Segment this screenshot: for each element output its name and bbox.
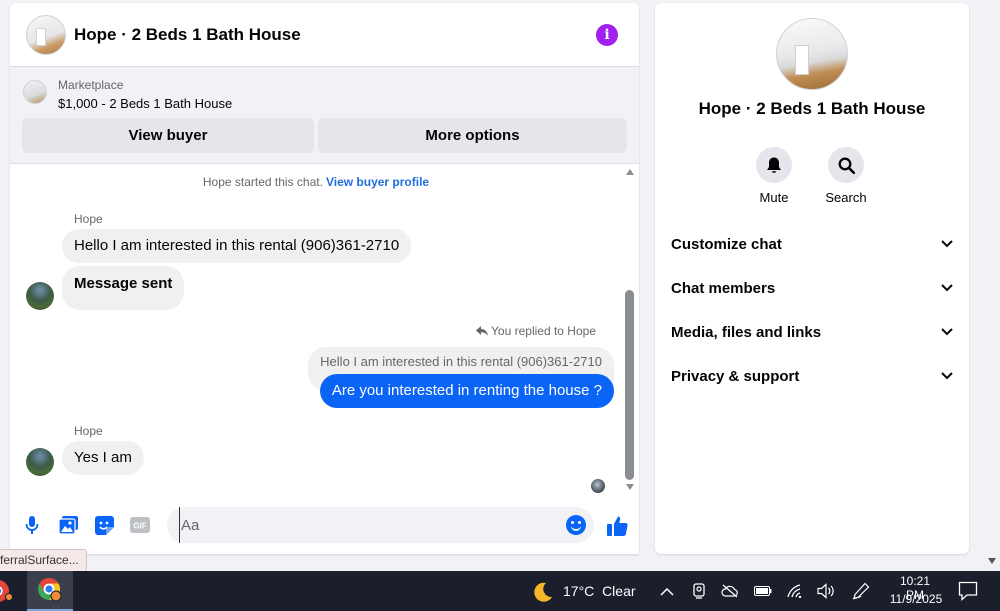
sticker-icon[interactable] [94, 515, 114, 535]
volume-icon[interactable] [817, 582, 835, 600]
seen-indicator-avatar [591, 479, 605, 493]
photo-icon[interactable] [58, 515, 78, 535]
section-label: Privacy & support [671, 367, 800, 385]
chrome-icon [38, 578, 62, 602]
section-label: Media, files and links [671, 323, 822, 341]
gif-icon[interactable]: GIF [130, 515, 150, 535]
gif-label: GIF [133, 522, 146, 531]
mute-button[interactable]: Mute [744, 147, 804, 205]
moon-icon[interactable] [532, 581, 554, 603]
marketplace-banner: Marketplace $1,000 - 2 Beds 1 Bath House… [10, 67, 639, 164]
conversation-avatar-large[interactable] [776, 18, 848, 90]
cloud-offline-icon[interactable] [721, 582, 739, 600]
reply-note: You replied to Hope [476, 324, 596, 338]
marketplace-label: Marketplace [58, 78, 124, 92]
scrollbar-thumb[interactable] [625, 290, 634, 480]
info-icon[interactable]: i [596, 24, 618, 46]
microphone-icon[interactable] [22, 515, 42, 535]
weather-widget[interactable]: 17°C Clear [563, 583, 636, 599]
sender-avatar[interactable] [26, 282, 54, 310]
listing-title[interactable]: $1,000 - 2 Beds 1 Bath House [58, 96, 232, 111]
bell-icon[interactable] [756, 147, 792, 183]
view-buyer-profile-link[interactable]: View buyer profile [326, 175, 429, 189]
reply-arrow-icon [476, 326, 489, 336]
notifications-icon[interactable] [958, 581, 978, 601]
thumbs-up-icon[interactable] [606, 514, 628, 536]
chat-panel: Hope · 2 Beds 1 Bath House i Marketplace… [10, 3, 639, 554]
reply-note-text: You replied to Hope [491, 324, 596, 338]
message-bubble-incoming[interactable]: Yes I am [62, 441, 144, 475]
mute-label: Mute [759, 190, 789, 205]
system-note: Hope started this chat. View buyer profil… [10, 175, 622, 189]
message-input-wrapper [167, 507, 594, 543]
conversation-title[interactable]: Hope · 2 Beds 1 Bath House [74, 25, 301, 45]
scroll-up-arrow-icon[interactable] [626, 169, 634, 175]
more-options-button[interactable]: More options [318, 118, 627, 153]
windows-taskbar: 17°C Clear 10:21 PM 11/9/2025 [0, 571, 1000, 611]
chevron-down-icon [941, 240, 953, 248]
message-bubble-outgoing[interactable]: Are you interested in renting the house … [319, 374, 614, 408]
message-input[interactable] [179, 507, 549, 543]
sender-name: Hope [74, 424, 103, 438]
emoji-icon[interactable] [566, 515, 586, 535]
view-buyer-button[interactable]: View buyer [22, 118, 314, 153]
conversation-info-panel: Hope · 2 Beds 1 Bath House Mute Search C… [655, 3, 969, 554]
weather-temp: 17°C [563, 583, 595, 599]
pen-menu-icon[interactable] [852, 582, 870, 600]
search-label: Search [825, 190, 867, 205]
chevron-down-icon [941, 328, 953, 336]
message-list[interactable]: Hope started this chat. View buyer profil… [10, 164, 639, 495]
page-scroll-down-arrow-icon[interactable] [988, 558, 996, 564]
message-bubble-incoming[interactable]: Hello I am interested in this rental (90… [62, 229, 412, 263]
section-label: Chat members [671, 279, 776, 297]
taskbar-app-chrome-profile[interactable] [27, 571, 73, 611]
weather-condition: Clear [602, 583, 636, 599]
sender-name: Hope [74, 212, 103, 226]
chevron-up-icon[interactable] [658, 582, 676, 600]
section-customize-chat[interactable]: Customize chat [671, 222, 953, 266]
chat-header: Hope · 2 Beds 1 Bath House i [10, 3, 639, 67]
message-bubble-incoming[interactable]: Message sent [62, 266, 185, 310]
section-media-files-links[interactable]: Media, files and links [671, 310, 953, 354]
section-label: Customize chat [671, 235, 782, 253]
message-composer: GIF [10, 503, 639, 547]
chrome-icon [0, 580, 13, 602]
conversation-avatar[interactable] [26, 14, 66, 55]
chevron-down-icon [941, 372, 953, 380]
system-note-text: Hope started this chat. [202, 175, 323, 189]
info-panel-title: Hope · 2 Beds 1 Bath House [698, 99, 926, 118]
section-privacy-support[interactable]: Privacy & support [671, 354, 953, 398]
section-chat-members[interactable]: Chat members [671, 266, 953, 310]
tooltip: ferralSurface... [0, 549, 87, 572]
search-button[interactable]: Search [816, 147, 876, 205]
battery-icon[interactable] [754, 582, 772, 600]
chevron-down-icon [941, 284, 953, 292]
scroll-down-arrow-icon[interactable] [626, 484, 634, 490]
search-icon[interactable] [828, 147, 864, 183]
messages-scrollbar[interactable] [624, 164, 636, 495]
camera-usage-icon[interactable] [690, 582, 708, 600]
clock-date[interactable]: 11/9/2025 [887, 592, 945, 606]
taskbar-app-chrome[interactable] [0, 571, 20, 611]
wifi-icon[interactable] [787, 582, 805, 600]
listing-thumbnail[interactable] [23, 80, 47, 104]
sender-avatar[interactable] [26, 448, 54, 476]
